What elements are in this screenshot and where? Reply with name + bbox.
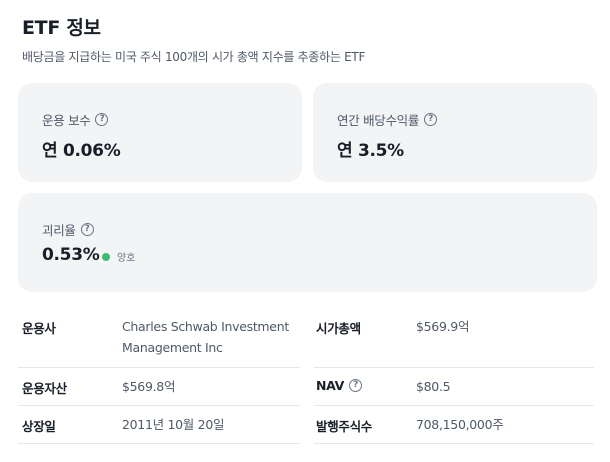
premium-value: 0.53%: [42, 245, 100, 265]
divider: [314, 443, 594, 444]
fee-card: 운용 보수 ? 연 0.06%: [18, 83, 302, 182]
divider: [314, 367, 594, 368]
fee-label-group: 운용 보수 ?: [42, 110, 109, 129]
fee-value: 연 0.06%: [42, 141, 121, 161]
manager-label: 운용사: [22, 321, 56, 336]
market-cap-label: 시가총액: [316, 321, 361, 336]
help-icon[interactable]: ?: [95, 113, 109, 126]
fee-label: 운용 보수: [42, 113, 91, 128]
manager-value-line2: Management Inc: [122, 340, 223, 355]
help-icon[interactable]: ?: [349, 379, 363, 392]
status-text: 양호: [117, 253, 136, 264]
listing-date-label: 상장일: [22, 419, 56, 434]
shares-label: 발행주식수: [316, 419, 373, 434]
premium-card: 괴리율 ? 0.53% 양호: [18, 193, 597, 292]
page-title: ETF 정보: [22, 17, 101, 39]
nav-label: NAV: [316, 378, 345, 393]
manager-value: Charles Schwab Investment Management Inc: [122, 316, 289, 358]
aum-value: $569.8억: [122, 379, 176, 394]
dividend-value: 연 3.5%: [337, 141, 404, 161]
etf-info-page: ETF 정보 배당금을 지급하는 미국 주식 100개의 시가 총액 지수를 추…: [0, 0, 610, 462]
aum-label: 운용자산: [22, 381, 67, 396]
divider: [18, 405, 300, 406]
market-cap-value: $569.9억: [416, 319, 470, 334]
shares-value: 708,150,000주: [416, 417, 504, 432]
page-subtitle: 배당금을 지급하는 미국 주식 100개의 시가 총액 지수를 추종하는 ETF: [22, 50, 366, 64]
listing-date-value: 2011년 10월 20일: [122, 417, 225, 432]
manager-value-line1: Charles Schwab Investment: [122, 319, 289, 334]
nav-label-group: NAV ?: [316, 378, 363, 393]
premium-label: 괴리율: [42, 223, 76, 238]
divider: [18, 443, 300, 444]
help-icon[interactable]: ?: [80, 223, 94, 236]
help-icon[interactable]: ?: [424, 113, 438, 126]
nav-value: $80.5: [416, 379, 451, 394]
divider: [18, 367, 300, 368]
status-dot-icon: [102, 252, 110, 261]
premium-label-group: 괴리율 ?: [42, 220, 94, 239]
divider: [314, 405, 594, 406]
dividend-yield-card: 연간 배당수익률 ? 연 3.5%: [313, 83, 597, 182]
status-badge: 양호: [102, 249, 135, 264]
dividend-label-group: 연간 배당수익률 ?: [337, 110, 438, 129]
dividend-label: 연간 배당수익률: [337, 113, 420, 128]
